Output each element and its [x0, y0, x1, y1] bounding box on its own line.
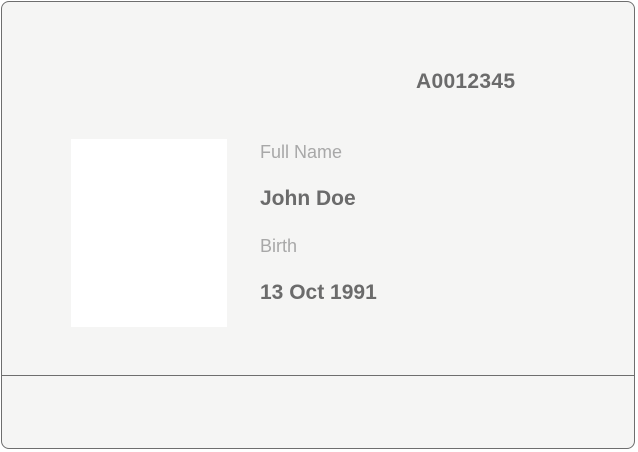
- id-card: A0012345 Full Name John Doe Birth 13 Oct…: [1, 1, 635, 449]
- full-name-value: John Doe: [260, 187, 356, 210]
- id-number: A0012345: [416, 70, 516, 93]
- card-divider: [2, 375, 634, 376]
- birth-label: Birth: [260, 236, 298, 256]
- full-name-label: Full Name: [260, 142, 343, 162]
- photo-placeholder: [71, 139, 227, 327]
- birth-value: 13 Oct 1991: [260, 281, 377, 304]
